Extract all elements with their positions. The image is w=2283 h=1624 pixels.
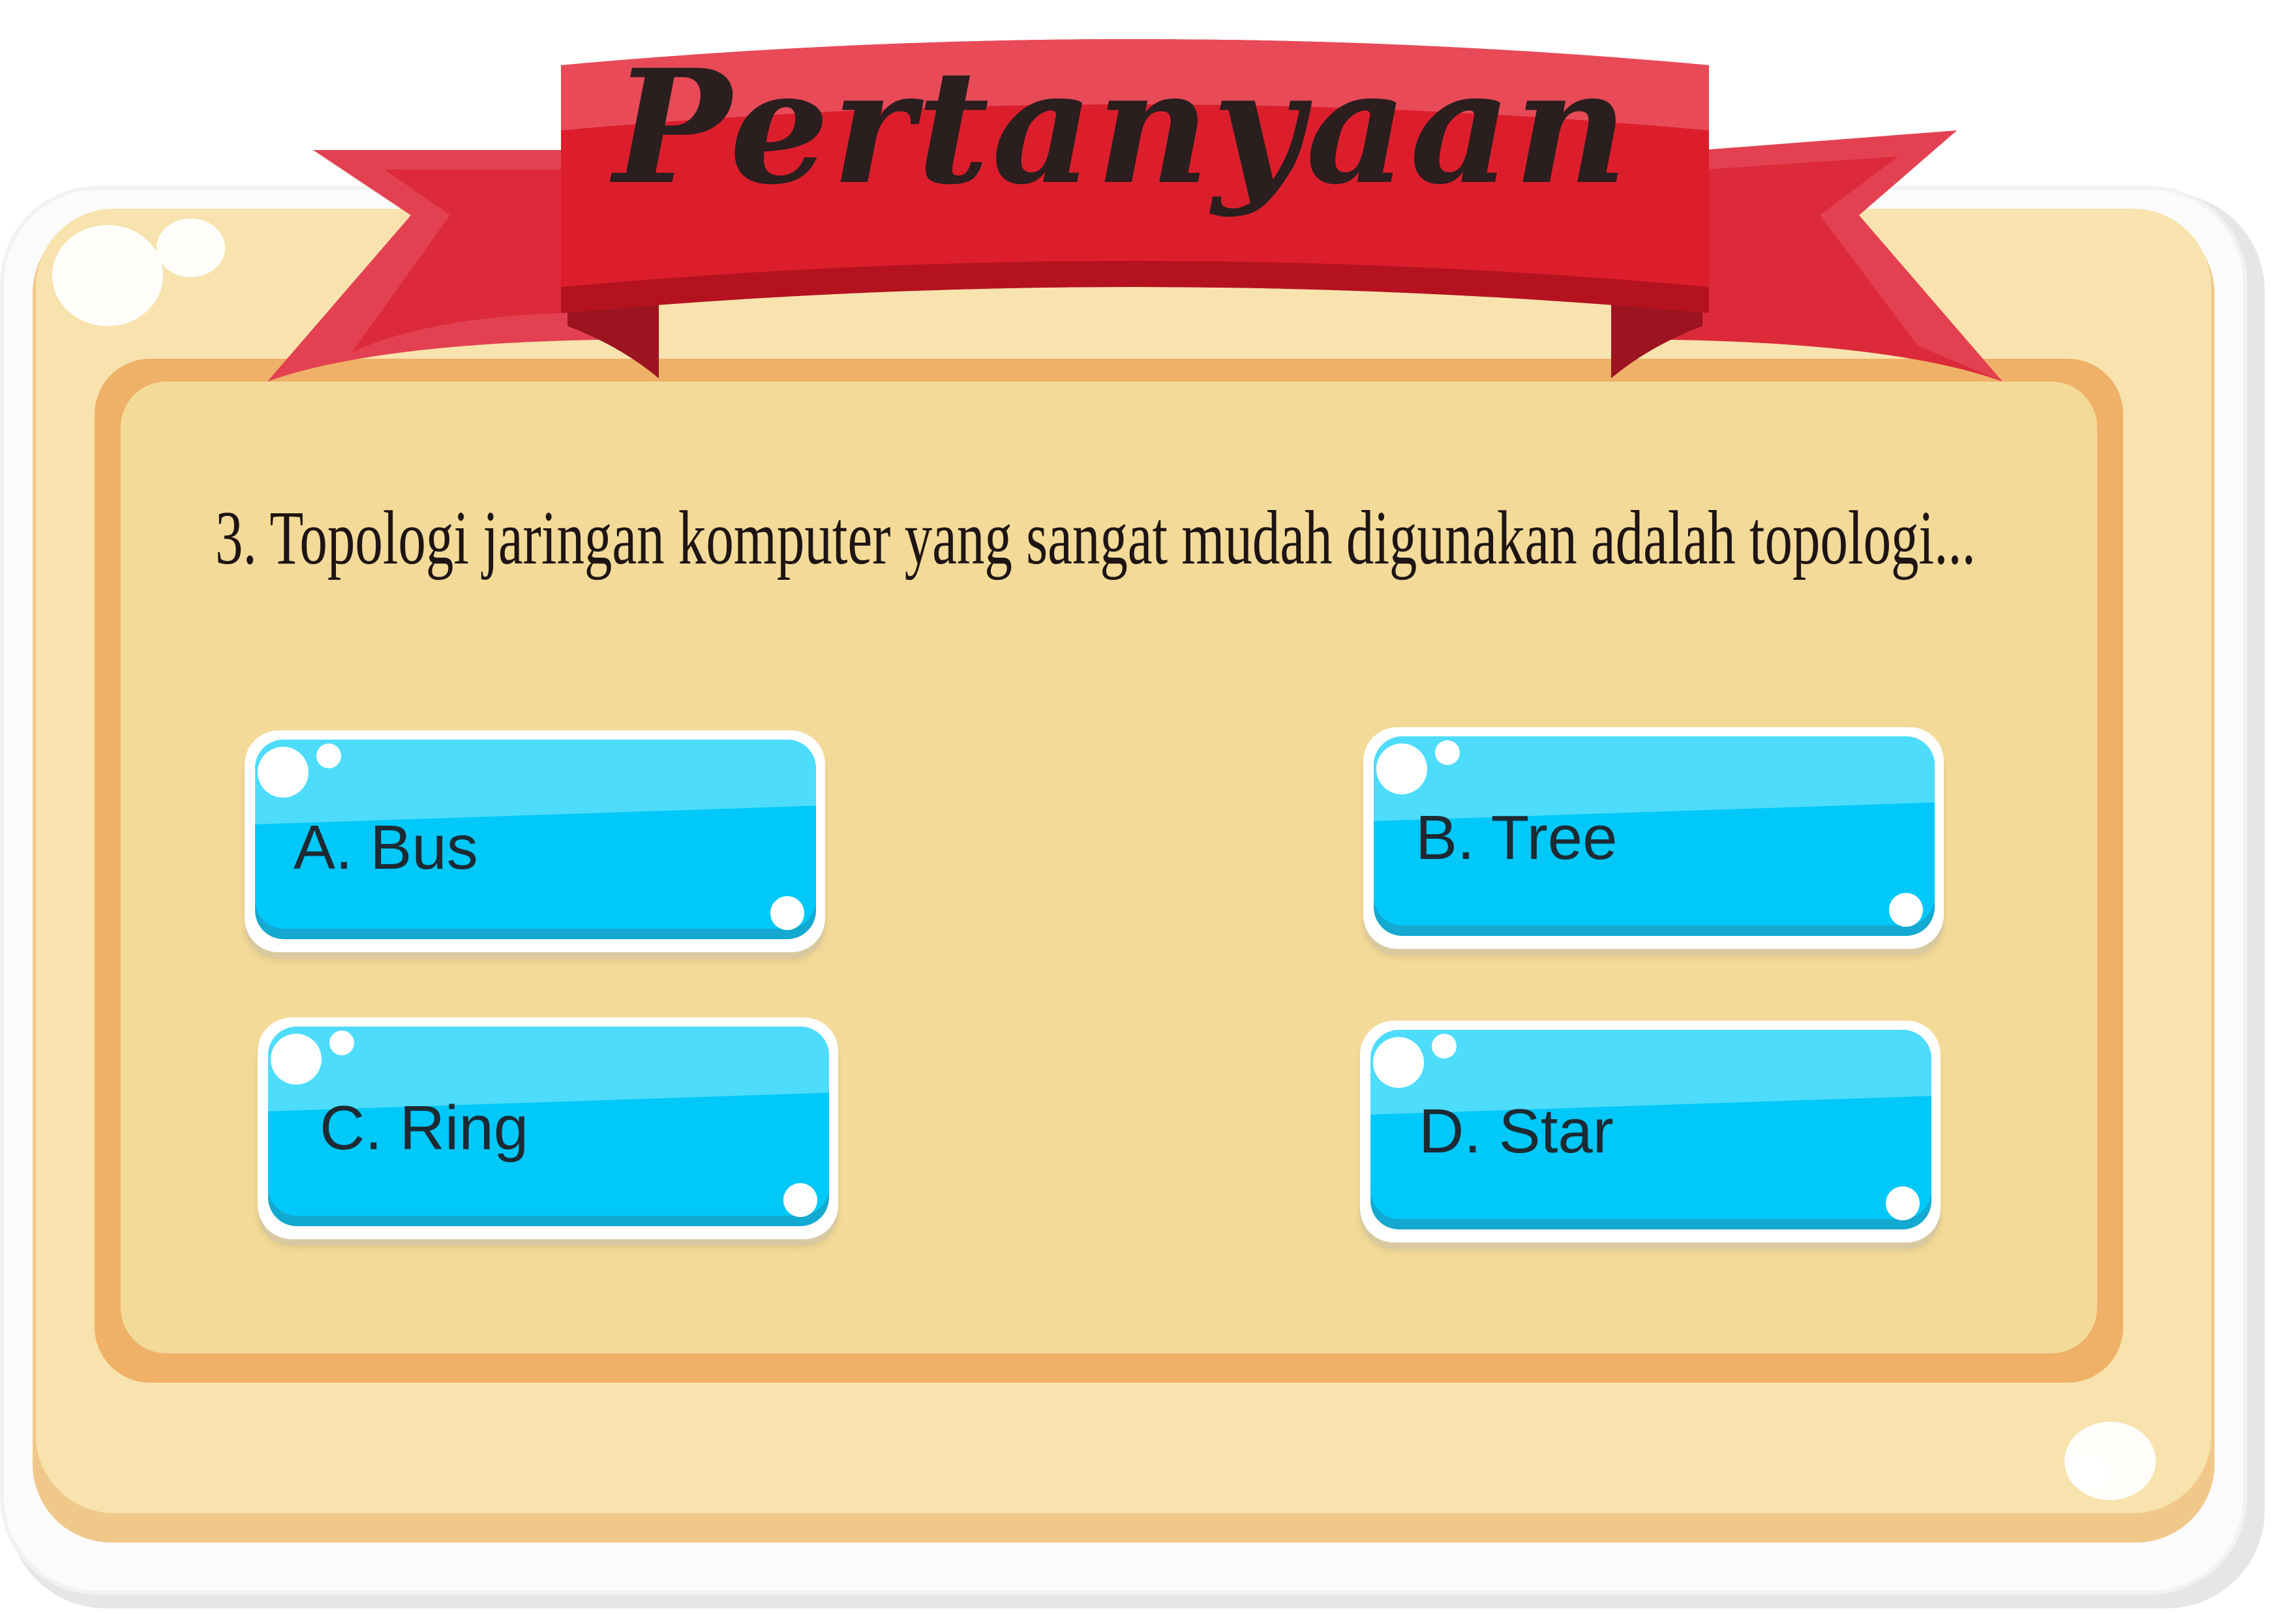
shine-dot — [770, 896, 804, 930]
shine-dot — [1886, 1186, 1920, 1220]
answer-a-button[interactable]: A. Bus — [245, 730, 825, 952]
answer-c-label: C. Ring — [320, 1093, 529, 1163]
answer-b-label: B. Tree — [1415, 803, 1618, 873]
shine-dot — [271, 1034, 322, 1085]
shine-dot — [783, 1183, 817, 1217]
answer-b-button[interactable]: B. Tree — [1363, 727, 1944, 949]
answer-d-button[interactable]: D. Star — [1360, 1021, 1941, 1242]
question-text: 3. Topologi jaringan komputer yang sanga… — [215, 495, 1976, 580]
answer-a-label: A. Bus — [294, 813, 478, 882]
quiz-screen: Pertanyaan 3. Topologi jaringan komputer… — [0, 0, 2283, 1624]
bubble-decoration — [52, 225, 163, 326]
bubble-decoration — [2068, 1454, 2110, 1490]
bubble-decoration — [157, 218, 225, 277]
answer-c-button[interactable]: C. Ring — [258, 1017, 838, 1239]
answer-d-label: D. Star — [1419, 1096, 1614, 1166]
shine-dot — [1373, 1037, 1424, 1088]
shine-dot — [1889, 893, 1923, 927]
title-text: Pertanyaan — [613, 35, 1631, 219]
